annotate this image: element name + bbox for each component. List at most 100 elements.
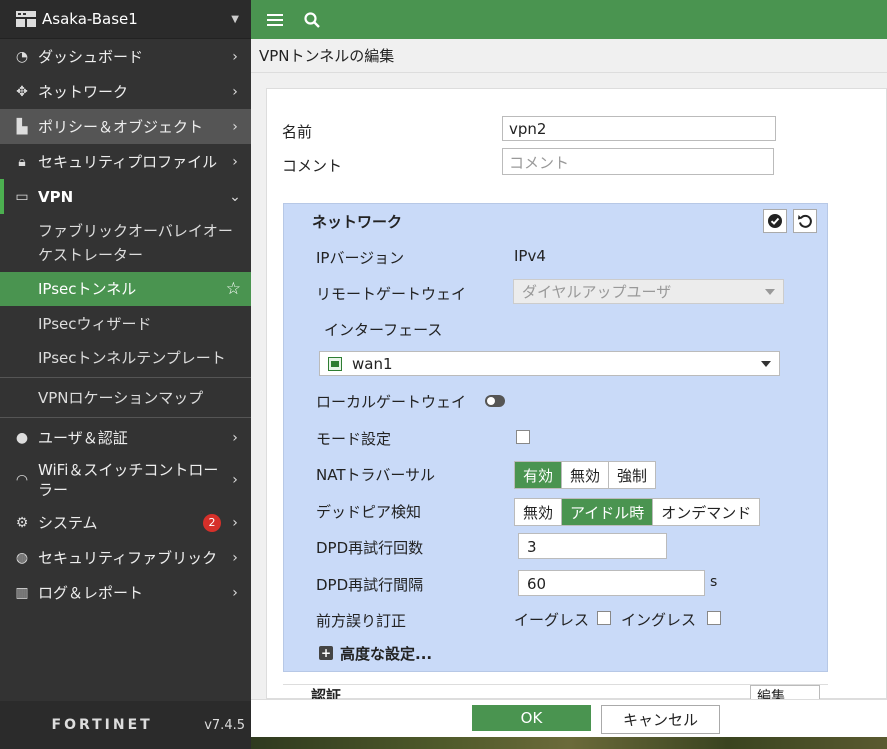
menu-icon[interactable] — [263, 8, 287, 32]
fortinet-logo: FORTINET — [51, 717, 153, 733]
nav-fabric-overlay[interactable]: ファブリックオーバレイオーケストレーター — [0, 214, 251, 272]
nav-label: ログ＆レポート — [38, 584, 144, 602]
chevron-right-icon: › — [232, 514, 238, 531]
nav-vpn-location-map[interactable]: VPNロケーションマップ — [0, 380, 251, 415]
nav-vpn[interactable]: ▭ VPN ⌄ — [0, 179, 251, 214]
comment-label: コメント — [282, 157, 343, 175]
page-title: VPNトンネルの編集 — [251, 39, 887, 73]
remote-gateway-label: リモートゲートウェイ — [316, 285, 467, 303]
laptop-icon: ▭ — [15, 188, 29, 205]
fec-label: 前方誤り訂正 — [316, 612, 407, 630]
chevron-right-icon: › — [232, 584, 238, 601]
desktop-background — [251, 737, 887, 749]
name-input[interactable]: vpn2 — [502, 116, 776, 141]
wifi-icon: ◠ — [15, 472, 29, 488]
nav-network[interactable]: ✥ ネットワーク › — [0, 74, 251, 109]
nav-label: ダッシュボード — [38, 48, 144, 66]
dpd-label: デッドピア検知 — [316, 503, 422, 521]
device-selector[interactable]: Asaka-Base1 ▼ — [0, 0, 251, 39]
dpd-retry-interval-input[interactable]: 60 — [518, 570, 705, 596]
chevron-right-icon: › — [232, 429, 238, 446]
nav-label: VPN — [38, 187, 74, 206]
nat-enable-option[interactable]: 有効 — [515, 462, 563, 488]
nav-system[interactable]: ⚙ システム 2 › — [0, 505, 251, 540]
nav-ipsec-tunnels[interactable]: IPsecトンネル ☆ — [0, 272, 251, 306]
network-icon: ✥ — [16, 83, 28, 100]
dashboard-icon: ◔ — [15, 48, 29, 65]
dropdown-arrow-icon — [765, 289, 775, 295]
chevron-right-icon: › — [232, 48, 238, 65]
caret-down-icon: ▼ — [231, 13, 239, 25]
nat-disable-option[interactable]: 無効 — [562, 462, 610, 488]
device-icon — [16, 11, 36, 27]
network-panel: ネットワーク IPバージョン IPv4 リモートゲートウェイ ダイヤルアップユー… — [283, 203, 828, 672]
local-gateway-label: ローカルゲートウェイ — [316, 393, 467, 411]
plus-icon[interactable]: + — [319, 646, 333, 660]
advanced-settings-link[interactable]: 高度な設定... — [340, 643, 432, 664]
cancel-button[interactable]: キャンセル — [601, 705, 720, 734]
fec-ingress-checkbox[interactable] — [707, 611, 721, 625]
chevron-right-icon: › — [232, 472, 238, 488]
mode-config-checkbox[interactable] — [516, 430, 530, 444]
policy-icon: ▙ — [16, 118, 28, 135]
nav-wifi-switch[interactable]: ◠ WiFi＆スイッチコントローラー › — [0, 455, 251, 505]
chart-icon: ▥ — [15, 584, 29, 601]
nav-label: システム — [38, 514, 98, 532]
dpd-retry-count-label: DPD再試行回数 — [316, 539, 424, 557]
nat-traversal-label: NATトラバーサル — [316, 466, 436, 484]
fec-ingress-label: イングレス — [621, 611, 697, 629]
nav-label: セキュリティファブリック — [38, 549, 218, 567]
chevron-right-icon: › — [232, 153, 238, 170]
gear-icon: ⚙ — [15, 514, 29, 531]
top-bar — [251, 0, 887, 39]
nav-ipsec-wizard[interactable]: IPsecウィザード — [0, 306, 251, 341]
version-label: v7.4.5 — [204, 717, 245, 733]
nav-label: セキュリティプロファイル — [38, 153, 218, 171]
nav-security-profiles[interactable]: 🔒︎ セキュリティプロファイル › — [0, 144, 251, 179]
nav-user-auth[interactable]: ● ユーザ＆認証 › — [0, 420, 251, 455]
fabric-icon: ◍ — [15, 549, 29, 566]
check-icon[interactable] — [763, 209, 787, 233]
chevron-right-icon: › — [232, 118, 238, 135]
dpd-idle-option[interactable]: アイドル時 — [562, 499, 654, 525]
star-icon[interactable]: ☆ — [226, 277, 241, 301]
interface-label: インターフェース — [324, 321, 443, 339]
auth-title: 認証 — [311, 687, 342, 700]
nav-label: ネットワーク — [38, 83, 129, 101]
nav-dashboard[interactable]: ◔ ダッシュボード › — [0, 39, 251, 74]
nav-log-report[interactable]: ▥ ログ＆レポート › — [0, 575, 251, 610]
dpd-ondemand-option[interactable]: オンデマンド — [653, 499, 759, 525]
nav-label: ポリシー＆オブジェクト — [38, 118, 204, 136]
chevron-down-icon: ⌄ — [229, 188, 241, 205]
nav-security-fabric[interactable]: ◍ セキュリティファブリック › — [0, 540, 251, 575]
remote-gateway-select[interactable]: ダイヤルアップユーザ — [513, 279, 784, 304]
fec-egress-checkbox[interactable] — [597, 611, 611, 625]
edit-form: 名前 vpn2 コメント コメント ネットワーク IPバージョン IPv4 リモ… — [266, 88, 887, 700]
network-title: ネットワーク — [312, 213, 403, 231]
dropdown-arrow-icon — [761, 361, 771, 367]
nav-policy-objects[interactable]: ▙ ポリシー＆オブジェクト › — [0, 109, 251, 144]
notification-badge: 2 — [203, 513, 221, 532]
remote-gateway-value: ダイヤルアップユーザ — [522, 283, 672, 301]
user-icon: ● — [15, 429, 29, 446]
search-icon[interactable] — [300, 8, 324, 32]
dpd-retry-interval-unit: s — [710, 574, 718, 590]
ip-version-label: IPバージョン — [316, 249, 405, 267]
comment-textarea[interactable]: コメント — [502, 148, 774, 175]
divider — [0, 377, 251, 378]
ok-button[interactable]: OK — [472, 705, 591, 731]
edit-button[interactable]: 編集 — [750, 685, 820, 700]
chevron-right-icon: › — [232, 83, 238, 100]
interface-select[interactable]: wan1 — [319, 351, 780, 376]
chevron-right-icon: › — [232, 549, 238, 566]
local-gateway-toggle[interactable] — [485, 395, 505, 407]
dpd-retry-count-input[interactable]: 3 — [518, 533, 667, 559]
main-content: 名前 vpn2 コメント コメント ネットワーク IPバージョン IPv4 リモ… — [251, 73, 887, 700]
nav-ipsec-template[interactable]: IPsecトンネルテンプレート — [0, 341, 251, 375]
dpd-retry-interval-label: DPD再試行間隔 — [316, 576, 424, 594]
nav-label: WiFi＆スイッチコントローラー — [38, 461, 219, 499]
mode-config-label: モード設定 — [316, 430, 392, 448]
dpd-disable-option[interactable]: 無効 — [515, 499, 563, 525]
nat-forced-option[interactable]: 強制 — [609, 462, 655, 488]
undo-icon[interactable] — [793, 209, 817, 233]
